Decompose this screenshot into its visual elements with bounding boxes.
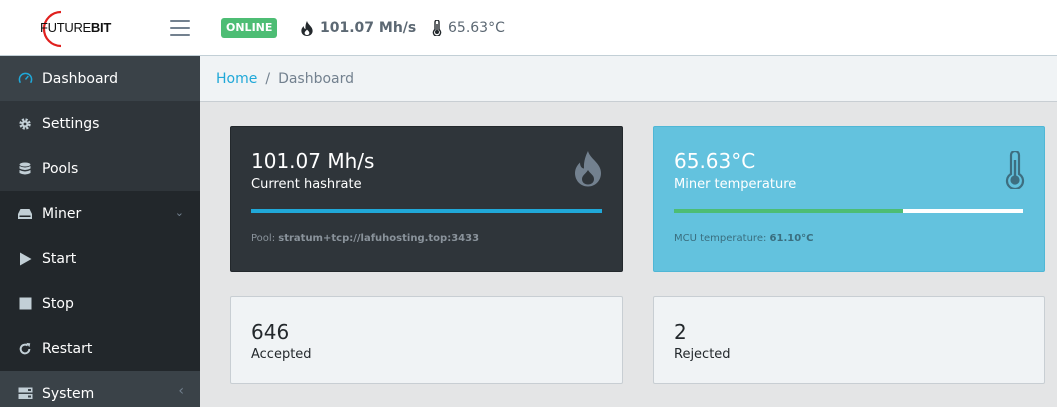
temperature-card: 65.63°C Miner temperature MCU temperatur… [653, 126, 1045, 272]
drive-icon [17, 206, 33, 222]
sidebar-item-dashboard[interactable]: Dashboard [0, 56, 200, 101]
sidebar-item-system[interactable]: System ‹ [0, 371, 200, 407]
sidebar-item-label: Restart [42, 340, 93, 357]
restart-icon [17, 341, 33, 357]
logo-text-bit: BIT [90, 20, 111, 35]
hashrate-value: 101.07 Mh/s [251, 149, 375, 173]
sidebar-item-restart[interactable]: Restart [0, 326, 200, 371]
breadcrumb: Home / Dashboard [200, 56, 1057, 102]
play-icon [17, 251, 33, 267]
accepted-value: 646 [251, 320, 290, 344]
rejected-value: 2 [674, 320, 687, 344]
server-icon [17, 386, 33, 402]
logo-text-future: FUTURE [40, 20, 91, 35]
fire-icon [301, 20, 313, 36]
sidebar-item-label: Start [42, 250, 77, 267]
chevron-down-icon: ⌄ [174, 206, 184, 219]
hashrate-progress-bar [251, 209, 602, 213]
mcu-prefix: MCU temperature: [674, 233, 767, 244]
hashrate-progress-fill [251, 209, 602, 213]
temperature-label: Miner temperature [674, 177, 797, 192]
rejected-card: 2 Rejected [653, 296, 1045, 384]
sidebar-item-pools[interactable]: Pools [0, 146, 200, 191]
hashrate-label: Current hashrate [251, 177, 362, 192]
pool-info: Pool: stratum+tcp://lafuhosting.top:3433 [251, 233, 479, 244]
sidebar-item-label: Pools [42, 160, 79, 177]
temperature-value: 65.63°C [674, 149, 756, 173]
gear-icon [17, 116, 33, 132]
sidebar-item-label: Dashboard [42, 70, 118, 87]
header-temperature: 65.63°C [432, 20, 505, 36]
thermometer-icon [432, 20, 442, 36]
sidebar-item-label: Settings [42, 115, 100, 132]
accepted-label: Accepted [251, 347, 312, 362]
sidebar-toggle-button[interactable] [170, 20, 190, 36]
sidebar-item-label: System [42, 385, 95, 402]
thermometer-icon [1004, 149, 1026, 193]
sidebar-item-settings[interactable]: Settings [0, 101, 200, 146]
breadcrumb-current: Dashboard [278, 70, 355, 87]
sidebar-item-label: Miner [42, 205, 82, 222]
sidebar-item-start[interactable]: Start [0, 236, 200, 281]
mcu-temperature-info: MCU temperature: 61.10°C [674, 233, 814, 244]
breadcrumb-separator: / [265, 70, 271, 87]
header-hashrate: 101.07 Mh/s [300, 20, 416, 36]
mcu-temperature-value: 61.10°C [769, 233, 814, 244]
pool-prefix: Pool: [251, 233, 276, 244]
rejected-label: Rejected [674, 347, 731, 362]
sidebar-item-stop[interactable]: Stop [0, 281, 200, 326]
speedometer-icon [17, 71, 33, 87]
futurebit-logo[interactable]: FUTUREBIT [33, 9, 128, 49]
pool-url: stratum+tcp://lafuhosting.top:3433 [278, 233, 480, 244]
stop-icon [17, 296, 33, 312]
fire-icon [574, 151, 602, 191]
accepted-card: 646 Accepted [230, 296, 623, 384]
sidebar-item-miner[interactable]: Miner ⌄ [0, 191, 200, 236]
sidebar: Dashboard Settings Pools Miner ⌄ Start S… [0, 56, 200, 407]
status-badge: ONLINE [221, 18, 278, 38]
breadcrumb-home-link[interactable]: Home [216, 71, 257, 87]
chevron-left-icon: ‹ [178, 383, 184, 399]
header-hashrate-value: 101.07 Mh/s [320, 20, 417, 36]
sidebar-item-label: Stop [42, 295, 74, 312]
hashrate-card: 101.07 Mh/s Current hashrate Pool: strat… [230, 126, 623, 272]
database-icon [17, 161, 33, 177]
temperature-progress-bar [674, 209, 1023, 213]
header-temperature-value: 65.63°C [448, 20, 505, 36]
temperature-progress-fill [674, 209, 903, 213]
top-header: FUTUREBIT ONLINE 101.07 Mh/s 65.63°C [0, 0, 1057, 56]
